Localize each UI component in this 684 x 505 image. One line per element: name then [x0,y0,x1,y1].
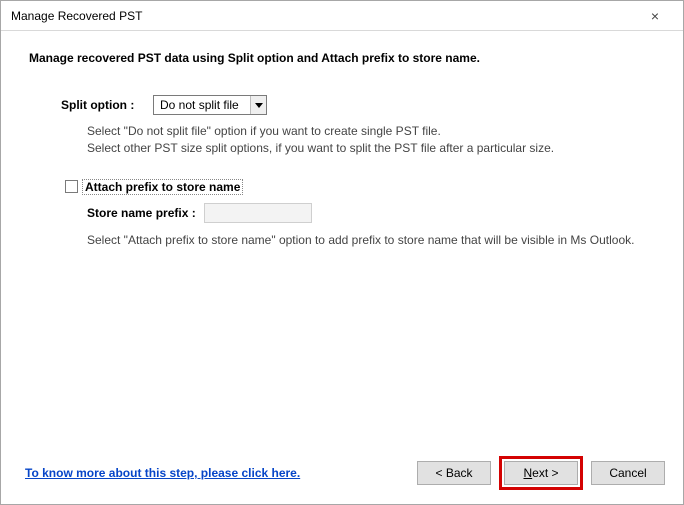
prefix-checkbox[interactable] [65,180,78,193]
titlebar: Manage Recovered PST × [1,1,683,31]
chevron-down-icon [250,96,266,114]
content-area: Manage recovered PST data using Split op… [1,31,683,257]
split-option-select[interactable]: Do not split file [153,95,267,115]
next-button-highlight: Next > [499,456,583,490]
split-option-label: Split option : [61,98,153,112]
help-link[interactable]: To know more about this step, please cli… [25,466,300,480]
next-underline: N [523,466,532,480]
back-button[interactable]: < Back [417,461,491,485]
page-heading: Manage recovered PST data using Split op… [29,51,655,65]
split-option-value: Do not split file [154,98,250,112]
split-hint-line1: Select "Do not split file" option if you… [87,123,655,140]
cancel-button[interactable]: Cancel [591,461,665,485]
next-rest: ext > [532,466,558,480]
dialog-window: Manage Recovered PST × Manage recovered … [0,0,684,505]
window-title: Manage Recovered PST [11,9,635,23]
prefix-hint: Select "Attach prefix to store name" opt… [87,233,655,247]
split-option-row: Split option : Do not split file [61,95,655,115]
prefix-checkbox-row[interactable]: Attach prefix to store name [65,179,655,195]
split-option-hint: Select "Do not split file" option if you… [87,123,655,157]
prefix-checkbox-label: Attach prefix to store name [82,179,243,195]
next-button[interactable]: Next > [504,461,578,485]
prefix-field-row: Store name prefix : [87,203,655,223]
split-hint-line2: Select other PST size split options, if … [87,140,655,157]
footer: To know more about this step, please cli… [1,456,683,490]
prefix-field-label: Store name prefix : [87,206,196,220]
prefix-input[interactable] [204,203,312,223]
close-icon[interactable]: × [635,8,675,24]
